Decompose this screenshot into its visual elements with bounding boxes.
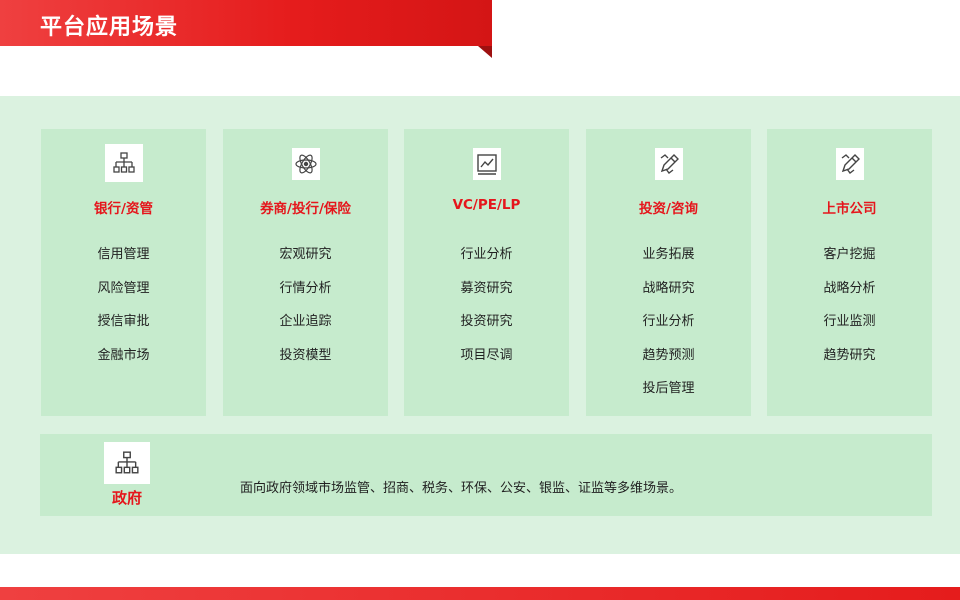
list-item: 投资研究 (460, 314, 513, 330)
footer-bar (0, 587, 960, 600)
list-item: 行情分析 (279, 280, 332, 296)
card-item-list: 业务拓展 战略研究 行业分析 趋势预测 投后管理 (586, 245, 751, 413)
card-securities-ib-insurance: 券商/投行/保险 宏观研究 行情分析 企业追踪 投资模型 (223, 129, 388, 416)
atom-icon (291, 148, 320, 180)
card-title: 银行/资管 (94, 201, 153, 217)
list-item: 风险管理 (97, 280, 150, 296)
list-item: 行业分析 (642, 314, 695, 330)
list-item: 行业监测 (823, 314, 876, 330)
list-item: 业务拓展 (642, 247, 695, 262)
pencil-ruler-icon (654, 148, 683, 180)
card-title: 投资/咨询 (639, 201, 698, 217)
line-chart-icon (472, 148, 501, 180)
government-title: 政府 (111, 489, 142, 507)
list-item: 金融市场 (97, 347, 150, 363)
card-title: VC/PE/LP (452, 197, 521, 213)
list-item: 趋势预测 (642, 347, 695, 363)
pencil-ruler-icon (835, 148, 864, 180)
list-item: 授信审批 (97, 314, 150, 330)
card-listed-company: 上市公司 客户挖掘 战略分析 行业监测 趋势研究 (767, 129, 932, 416)
card-item-list: 行业分析 募资研究 投资研究 项目尽调 (404, 245, 569, 379)
card-vc-pe-lp: VC/PE/LP 行业分析 募资研究 投资研究 项目尽调 (404, 129, 569, 416)
list-item: 客户挖掘 (823, 247, 876, 262)
card-item-list: 客户挖掘 战略分析 行业监测 趋势研究 (767, 245, 932, 379)
page-title: 平台应用场景 (40, 15, 179, 40)
list-item: 宏观研究 (279, 247, 332, 262)
list-item: 战略分析 (823, 280, 876, 296)
card-title: 券商/投行/保险 (260, 201, 351, 217)
card-investment-consulting: 投资/咨询 业务拓展 战略研究 行业分析 趋势预测 投后管理 (586, 129, 751, 416)
card-item-list: 信用管理 风险管理 授信审批 金融市场 (41, 245, 206, 379)
list-item: 战略研究 (642, 280, 695, 296)
list-item: 企业追踪 (279, 314, 332, 330)
government-section: 政府 面向政府领域市场监管、招商、税务、环保、公安、银监、证监等多维场景。 (40, 434, 932, 516)
list-item: 趋势研究 (823, 347, 876, 363)
government-description: 面向政府领域市场监管、招商、税务、环保、公安、银监、证监等多维场景。 (240, 481, 683, 496)
card-item-list: 宏观研究 行情分析 企业追踪 投资模型 (223, 245, 388, 379)
card-title: 上市公司 (822, 201, 877, 217)
org-chart-icon (104, 442, 150, 484)
list-item: 投后管理 (642, 381, 695, 397)
list-item: 信用管理 (97, 247, 150, 262)
card-bank-asset-mgmt: 银行/资管 信用管理 风险管理 授信审批 金融市场 (41, 129, 206, 416)
list-item: 行业分析 (460, 247, 513, 262)
org-chart-icon (104, 144, 143, 182)
list-item: 投资模型 (279, 347, 332, 363)
list-item: 募资研究 (460, 280, 513, 296)
list-item: 项目尽调 (460, 347, 513, 363)
title-banner-fold (478, 46, 492, 58)
